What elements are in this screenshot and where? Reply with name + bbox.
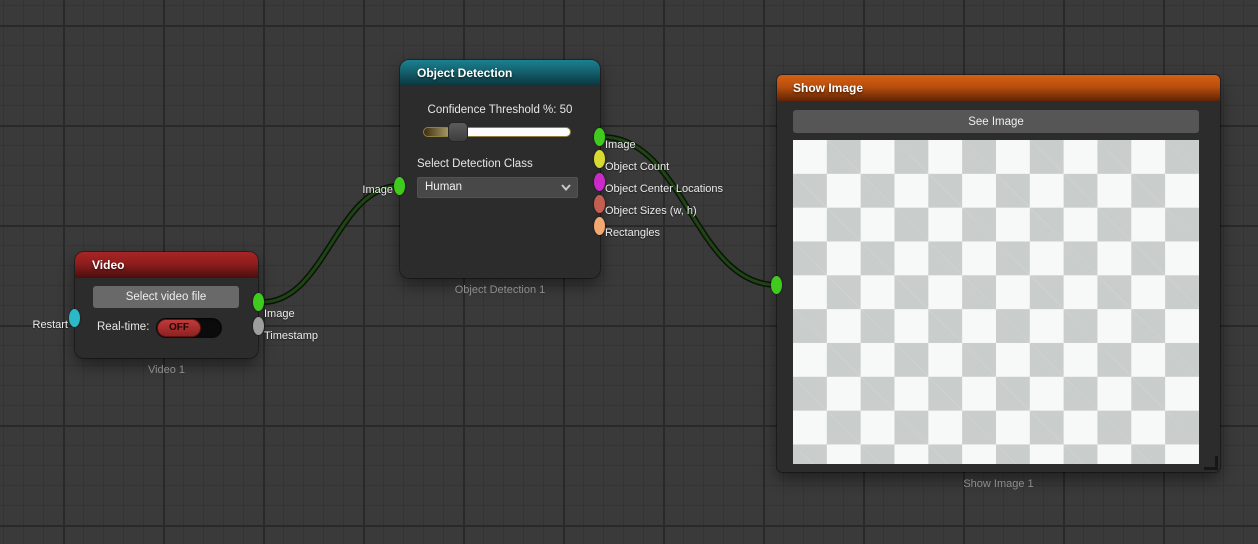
- detection-class-label: Select Detection Class: [417, 158, 533, 170]
- object-detection-node-title: Object Detection: [417, 66, 512, 80]
- realtime-toggle[interactable]: OFF: [156, 318, 222, 338]
- video-node[interactable]: Video Select video file Real-time: OFF R…: [75, 252, 258, 358]
- video-node-caption: Video 1: [75, 364, 258, 376]
- image-output-port[interactable]: [253, 293, 264, 311]
- detection-image-input-port[interactable]: [394, 177, 405, 195]
- show-image-node-title: Show Image: [793, 81, 863, 95]
- rectangles-output-label: Rectangles: [605, 227, 660, 239]
- realtime-toggle-state: OFF: [169, 322, 189, 333]
- detection-class-selected-value: Human: [425, 181, 462, 193]
- object-detection-node[interactable]: Object Detection Confidence Threshold %:…: [400, 60, 600, 278]
- object-center-locations-output-label: Object Center Locations: [605, 183, 723, 195]
- timestamp-output-label: Timestamp: [264, 330, 318, 342]
- image-preview-checkerboard: [793, 140, 1199, 464]
- rectangles-output-port[interactable]: [594, 217, 605, 235]
- object-center-locations-output-port[interactable]: [594, 173, 605, 191]
- realtime-toggle-knob: OFF: [157, 319, 201, 337]
- detection-class-dropdown[interactable]: Human: [417, 177, 578, 198]
- video-node-header[interactable]: Video: [75, 252, 258, 278]
- object-sizes-output-port[interactable]: [594, 195, 605, 213]
- restart-input-port[interactable]: [69, 309, 80, 327]
- select-video-file-button[interactable]: Select video file: [93, 286, 239, 308]
- show-image-node-header[interactable]: Show Image: [777, 75, 1220, 101]
- object-count-output-label: Object Count: [605, 161, 669, 173]
- restart-input-label: Restart: [10, 319, 68, 331]
- node-editor-canvas[interactable]: Video Select video file Real-time: OFF R…: [0, 0, 1258, 544]
- object-detection-node-header[interactable]: Object Detection: [400, 60, 600, 86]
- confidence-threshold-label: Confidence Threshold %: 50: [400, 104, 600, 116]
- wire-video-to-detection: [263, 186, 399, 302]
- show-image-node[interactable]: Show Image See Image Show Image 1: [777, 75, 1220, 472]
- object-detection-node-caption: Object Detection 1: [400, 284, 600, 296]
- object-sizes-output-label: Object Sizes (w, h): [605, 205, 697, 217]
- video-node-title: Video: [92, 258, 124, 272]
- confidence-threshold-slider[interactable]: [423, 127, 571, 137]
- detection-image-output-port[interactable]: [594, 128, 605, 146]
- resize-handle[interactable]: [1204, 456, 1218, 470]
- show-image-input-port[interactable]: [771, 276, 782, 294]
- detection-image-output-label: Image: [605, 139, 636, 151]
- realtime-label: Real-time:: [97, 321, 149, 333]
- show-image-node-caption: Show Image 1: [777, 478, 1220, 490]
- timestamp-output-port[interactable]: [253, 317, 264, 335]
- chevron-down-icon: [561, 184, 571, 191]
- object-count-output-port[interactable]: [594, 150, 605, 168]
- image-output-label: Image: [264, 308, 295, 320]
- see-image-button[interactable]: See Image: [793, 110, 1199, 133]
- confidence-threshold-slider-handle[interactable]: [448, 122, 468, 142]
- detection-image-input-label: Image: [333, 184, 393, 196]
